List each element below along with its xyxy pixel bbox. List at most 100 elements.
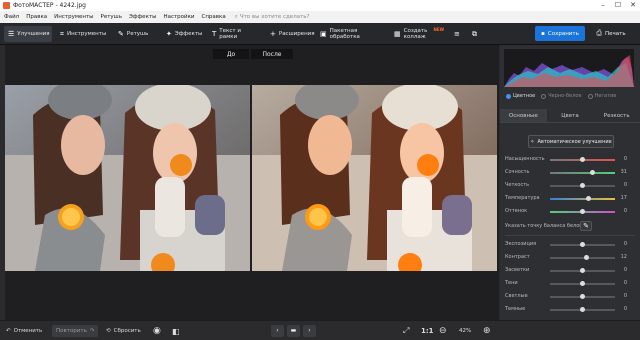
radio-icon — [587, 93, 593, 99]
before-photo — [5, 85, 250, 271]
slider-knob[interactable] — [580, 307, 585, 312]
slider-tint[interactable]: Оттенок 0 — [505, 208, 635, 216]
reset-button[interactable]: ⟲ Сбросить — [106, 325, 141, 337]
slider-value: 0 — [623, 267, 627, 273]
slider-knob[interactable] — [586, 196, 591, 201]
menu-file[interactable]: Файл — [4, 14, 19, 20]
slider-knob[interactable] — [580, 281, 585, 286]
slider-highlights[interactable]: Засветки 0 — [505, 267, 635, 275]
list-settings-icon[interactable]: ≡ — [452, 26, 466, 42]
prev-image-icon[interactable]: ‹ — [271, 325, 284, 337]
slider-vibrance[interactable]: Сочность 31 — [505, 169, 635, 177]
slider-contrast[interactable]: Контраст 12 — [505, 254, 635, 262]
color-mode-color[interactable]: Цветное — [506, 93, 535, 99]
color-mode-bw[interactable]: Черно-белое — [541, 93, 582, 99]
slider-knob[interactable] — [580, 268, 585, 273]
print-button[interactable]: ⎙ Печать — [589, 26, 633, 41]
eyedropper-icon[interactable]: ✎ — [580, 221, 592, 231]
slider-knob[interactable] — [580, 157, 585, 162]
auto-enhance-button[interactable]: ✧ Автоматическое улучшение — [528, 135, 614, 148]
tab-colors[interactable]: Цвета — [547, 109, 594, 122]
tab-enhancements[interactable]: ☰ Улучшения — [4, 26, 52, 42]
tab-sharpness[interactable]: Резкость — [593, 109, 640, 122]
slider-track[interactable] — [550, 198, 615, 200]
tab-label: Пакетная обработка — [329, 28, 360, 40]
tab-collage[interactable]: ▦ Создать коллаж NEW — [390, 26, 446, 42]
slider-knob[interactable] — [590, 170, 595, 175]
photo-canvas[interactable]: До После — [5, 45, 499, 320]
color-mode-negative[interactable]: Негатив — [587, 93, 616, 99]
tab-extensions[interactable]: + Расширения — [266, 26, 315, 42]
menu-help[interactable]: Справка — [202, 14, 226, 20]
slider-shadows[interactable]: Тени 0 — [505, 280, 635, 288]
batch-icon: ▣ — [320, 30, 327, 38]
tab-label: Ретушь — [126, 31, 149, 37]
slider-value: 0 — [623, 241, 627, 247]
sliders-icon: ☰ — [8, 30, 15, 38]
before-label: До — [213, 49, 249, 59]
slider-label: Оттенок — [505, 208, 528, 214]
zoom-in-icon[interactable]: ⊕ — [483, 325, 491, 337]
compare-icon[interactable]: ◧ — [172, 325, 180, 337]
effects-icon: ✦ — [166, 30, 172, 38]
tab-basic[interactable]: Основные — [500, 109, 547, 122]
slider-label: Сочность — [505, 169, 530, 175]
plus-icon: + — [270, 30, 276, 38]
actual-size-button[interactable]: 1:1 — [421, 325, 434, 337]
new-badge: NEW — [433, 27, 445, 32]
menu-retouch[interactable]: Ретушь — [101, 14, 122, 20]
preview-eye-icon[interactable]: ◉ — [153, 325, 161, 337]
menu-bar: Файл Правка Инструменты Ретушь Эффекты Н… — [0, 11, 640, 23]
folder-icon[interactable]: ▬ — [287, 325, 300, 337]
tab-effects[interactable]: ✦ Эффекты — [162, 26, 204, 42]
save-button[interactable]: ▪ Сохранить — [535, 26, 585, 41]
collage-icon: ▦ — [394, 30, 401, 38]
next-image-icon[interactable]: › — [303, 325, 316, 337]
reset-label: Сбросить — [113, 328, 141, 334]
radio-selected-icon — [506, 93, 511, 99]
undo-icon: ↶ — [6, 328, 11, 334]
text-icon: T — [212, 30, 217, 38]
fit-screen-icon[interactable]: ⤢ — [403, 325, 409, 337]
menu-settings[interactable]: Настройки — [163, 14, 194, 20]
search-placeholder: Что вы хотите сделать? — [239, 14, 310, 20]
menu-effects[interactable]: Эффекты — [129, 14, 157, 20]
slider-knob[interactable] — [580, 242, 585, 247]
undo-button[interactable]: ↶ Отменить — [6, 325, 42, 337]
slider-temperature[interactable]: Температура 17 — [505, 195, 635, 203]
tab-label: Улучшения — [17, 31, 50, 37]
slider-saturation[interactable]: Насыщенность 0 — [505, 156, 635, 164]
slider-label: Светлые — [505, 293, 528, 299]
slider-track[interactable] — [550, 172, 615, 174]
slider-knob[interactable] — [580, 209, 585, 214]
zoom-out-icon[interactable]: ⊖ — [439, 325, 447, 337]
after-label: После — [251, 49, 293, 59]
slider-darks[interactable]: Темные 0 — [505, 306, 635, 314]
tab-tools[interactable]: ⌗ Инструменты — [56, 26, 112, 42]
title-bar: ФотоМАСТЕР - 4242.jpg – ☐ ✕ — [0, 0, 640, 11]
slider-track[interactable] — [550, 257, 615, 259]
color-mode-group: Цветное Черно-белое Негатив — [506, 93, 616, 99]
slider-knob[interactable] — [584, 255, 589, 260]
slider-label: Тени — [505, 280, 518, 286]
tab-label: Инструменты — [66, 31, 107, 37]
menu-tools[interactable]: Инструменты — [54, 14, 93, 20]
slider-lights[interactable]: Светлые 0 — [505, 293, 635, 301]
slider-knob[interactable] — [580, 294, 585, 299]
tab-batch[interactable]: ▣ Пакетная обработка — [316, 26, 384, 42]
slider-clarity[interactable]: Четкость 0 — [505, 182, 635, 190]
slider-knob[interactable] — [580, 183, 585, 188]
close-icon[interactable]: ✕ — [626, 0, 640, 11]
minimize-icon[interactable]: – — [596, 0, 610, 11]
save-label: Сохранить — [547, 30, 579, 37]
undo-label: Отменить — [13, 328, 43, 334]
slider-exposure[interactable]: Экспозиция 0 — [505, 241, 635, 249]
menu-search[interactable]: ⌕ Что вы хотите сделать? — [235, 14, 310, 21]
tab-text-frames[interactable]: T Текст и рамки — [208, 26, 262, 42]
redo-button[interactable]: Повторить ↷ — [52, 325, 99, 337]
tab-retouch[interactable]: ✎ Ретушь — [114, 26, 156, 42]
maximize-icon[interactable]: ☐ — [611, 0, 625, 11]
history-icon[interactable]: ⧉ — [470, 26, 484, 42]
menu-edit[interactable]: Правка — [26, 14, 47, 20]
slider-value: 0 — [623, 208, 627, 214]
